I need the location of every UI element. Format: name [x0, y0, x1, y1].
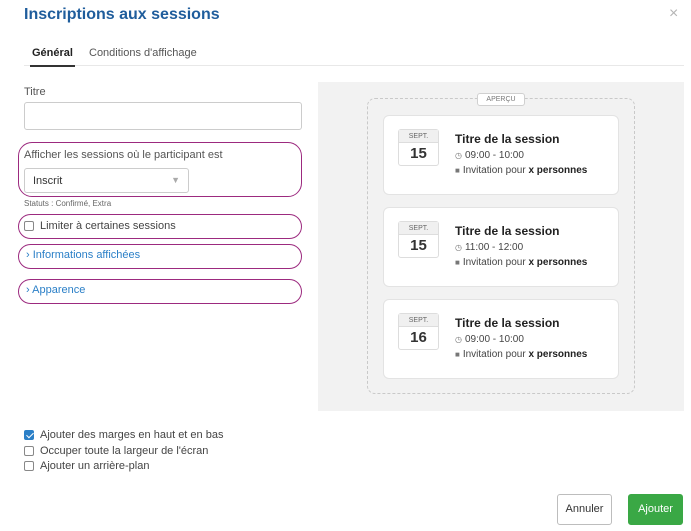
clock-icon: ◷ [455, 151, 462, 160]
preview-tag: APERÇU [477, 93, 525, 106]
session-card: SEPT. 15 Titre de la session ◷ 11:00 - 12… [383, 207, 619, 287]
session-invite: ■ Invitation pour x personnes [455, 165, 587, 176]
close-icon[interactable]: × [669, 6, 678, 22]
add-button[interactable]: Ajouter [628, 494, 683, 525]
session-time: ◷ 09:00 - 10:00 [455, 334, 524, 345]
date-badge: SEPT. 15 [398, 221, 439, 258]
margins-checkbox[interactable]: Ajouter des marges en haut et en bas [24, 429, 223, 441]
date-day: 16 [410, 329, 427, 346]
ticket-icon: ■ [455, 258, 460, 267]
session-title: Titre de la session [455, 224, 560, 238]
status-select-value: Inscrit [33, 175, 63, 187]
session-title: Titre de la session [455, 132, 560, 146]
chevron-right-icon: › [26, 249, 30, 261]
checkbox-box[interactable] [24, 461, 34, 471]
tab-general[interactable]: Général [30, 47, 75, 67]
invite-prefix: Invitation pour [462, 349, 526, 360]
clock-icon: ◷ [455, 243, 462, 252]
date-day: 15 [410, 237, 427, 254]
full-width-checkbox[interactable]: Occuper toute la largeur de l'écran [24, 445, 208, 457]
appearance-label: Apparence [32, 284, 86, 296]
displayed-info-toggle[interactable]: › Informations affichées [26, 249, 140, 261]
invite-count: x personnes [528, 349, 588, 360]
tab-bar: Général Conditions d'affichage [24, 38, 684, 67]
title-input[interactable] [24, 102, 302, 130]
checkbox-box[interactable] [24, 430, 34, 440]
margins-label: Ajouter des marges en haut et en bas [40, 429, 224, 441]
limit-sessions-checkbox[interactable]: Limiter à certaines sessions [24, 220, 176, 232]
appearance-toggle[interactable]: › Apparence [26, 284, 85, 296]
session-time: ◷ 11:00 - 12:00 [455, 242, 523, 253]
displayed-info-label: Informations affichées [32, 249, 141, 261]
invite-prefix: Invitation pour [462, 165, 526, 176]
invite-count: x personnes [528, 165, 588, 176]
date-badge: SEPT. 15 [398, 129, 439, 166]
show-sessions-label: Afficher les sessions où le participant … [24, 149, 223, 161]
checkbox-box[interactable] [24, 221, 34, 231]
status-select[interactable]: Inscrit ▼ [24, 168, 189, 193]
limit-sessions-label: Limiter à certaines sessions [40, 220, 176, 232]
full-width-label: Occuper toute la largeur de l'écran [40, 445, 209, 457]
session-time: ◷ 09:00 - 10:00 [455, 150, 524, 161]
title-label: Titre [24, 86, 46, 98]
session-invite: ■ Invitation pour x personnes [455, 257, 587, 268]
session-time-value: 11:00 - 12:00 [464, 242, 524, 253]
background-checkbox[interactable]: Ajouter un arrière-plan [24, 460, 149, 472]
session-card: SEPT. 16 Titre de la session ◷ 09:00 - 10… [383, 299, 619, 379]
chevron-down-icon: ▼ [171, 175, 180, 185]
checkbox-box[interactable] [24, 446, 34, 456]
ticket-icon: ■ [455, 350, 460, 359]
cancel-button[interactable]: Annuler [557, 494, 612, 525]
background-label: Ajouter un arrière-plan [40, 460, 150, 472]
clock-icon: ◷ [455, 335, 462, 344]
statuses-hint: Statuts : Confirmé, Extra [24, 199, 112, 208]
chevron-right-icon: › [26, 284, 30, 296]
date-month: SEPT. [399, 222, 438, 235]
invite-prefix: Invitation pour [462, 257, 526, 268]
date-month: SEPT. [399, 130, 438, 143]
session-time-value: 09:00 - 10:00 [464, 334, 524, 345]
date-month: SEPT. [399, 314, 438, 327]
date-day: 15 [410, 145, 427, 162]
date-badge: SEPT. 16 [398, 313, 439, 350]
tab-display-conditions[interactable]: Conditions d'affichage [89, 47, 197, 59]
session-time-value: 09:00 - 10:00 [464, 150, 524, 161]
session-title: Titre de la session [455, 316, 560, 330]
dialog-title: Inscriptions aux sessions [24, 6, 220, 23]
session-card: SEPT. 15 Titre de la session ◷ 09:00 - 10… [383, 115, 619, 195]
invite-count: x personnes [528, 257, 588, 268]
ticket-icon: ■ [455, 166, 460, 175]
session-invite: ■ Invitation pour x personnes [455, 349, 587, 360]
